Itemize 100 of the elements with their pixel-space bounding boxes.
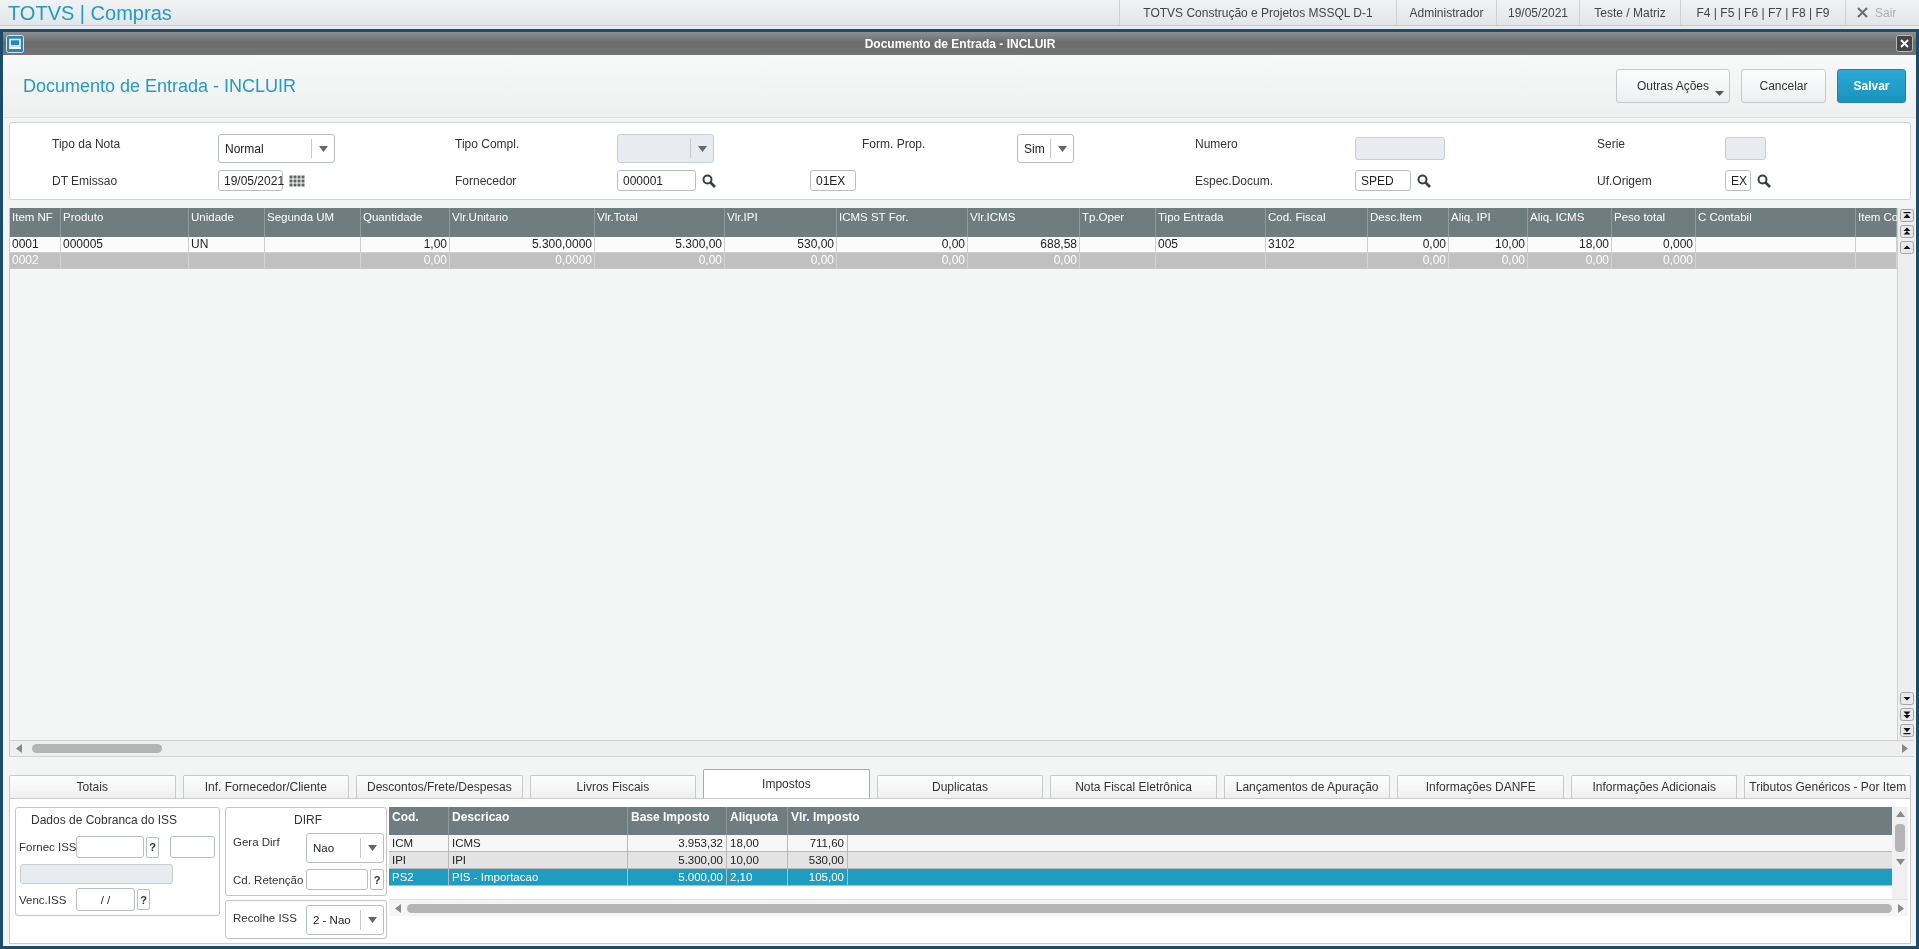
- table-cell: 10,00: [1449, 237, 1528, 252]
- table-cell: PS2: [389, 869, 449, 885]
- table-cell: 5.000,00: [628, 869, 727, 885]
- tab[interactable]: Lançamentos de Apuração: [1223, 775, 1391, 798]
- top-bar-info: Administrador: [1409, 5, 1484, 20]
- text-field[interactable]: [306, 869, 368, 890]
- table-cell: 530,00: [725, 237, 837, 252]
- vertical-scrollbar[interactable]: [1892, 807, 1908, 899]
- table-cell: 0,00: [968, 253, 1080, 268]
- top-bar-info: F4 | F5 | F6 | F7 | F8 | F9: [1696, 5, 1830, 20]
- lookup-field[interactable]: 000001: [617, 170, 696, 191]
- table-cell: 0,0000: [450, 253, 595, 268]
- scroll-top-icon[interactable]: [1899, 209, 1914, 222]
- scroll-right-icon[interactable]: [1898, 903, 1904, 913]
- scroll-up-icon[interactable]: [1899, 241, 1914, 254]
- table-cell: 0,000: [1612, 237, 1696, 252]
- field-label: Recolhe ISS: [233, 912, 298, 924]
- table-cell: 005: [1156, 237, 1266, 252]
- table-row[interactable]: ICM ICMS 3.953,32 18,00 711,60: [389, 835, 1892, 852]
- table-cell: 3102: [1266, 237, 1368, 252]
- table-cell: 711,60: [788, 835, 848, 851]
- field-label: Cd. Retenção: [233, 873, 305, 886]
- dropdown[interactable]: Sim: [1017, 134, 1074, 163]
- date-field[interactable]: / /: [76, 888, 135, 911]
- dropdown[interactable]: 2 - Nao: [306, 905, 384, 935]
- table-cell: 0,000: [1612, 253, 1696, 268]
- vertical-scrollbar[interactable]: [1897, 208, 1915, 740]
- scroll-bottom-icon[interactable]: [1899, 724, 1914, 737]
- tab[interactable]: Duplicatas: [876, 775, 1044, 798]
- help-button[interactable]: ?: [146, 836, 159, 858]
- table-cell: 18,00: [727, 835, 788, 851]
- table-cell: 688,58: [968, 237, 1080, 252]
- top-bar-info: TOTVS Construção e Projetos MSSQL D-1: [1143, 5, 1373, 20]
- text-field[interactable]: 01EX: [810, 170, 856, 191]
- table-cell: 5.300,0000: [450, 237, 595, 252]
- search-icon[interactable]: [1417, 173, 1431, 188]
- top-bar-info: 19/05/2021: [1507, 5, 1569, 20]
- close-icon[interactable]: [1896, 35, 1913, 52]
- window-icon: [6, 34, 24, 53]
- search-icon[interactable]: [1757, 173, 1771, 188]
- lookup-field[interactable]: SPED: [1355, 170, 1411, 191]
- table-cell: 000005: [61, 237, 189, 252]
- caret-icon: [1057, 145, 1067, 152]
- table-cell: 2,10: [727, 869, 788, 885]
- tab[interactable]: Inf. Fornecedor/Cliente: [182, 775, 350, 798]
- table-cell: 18,00: [1528, 237, 1612, 252]
- table-cell: PIS - Importacao: [449, 869, 628, 885]
- horizontal-scrollbar[interactable]: [389, 899, 1908, 916]
- field-label: Tipo da Nota: [52, 137, 121, 151]
- tab[interactable]: Informações Adicionais: [1570, 775, 1738, 798]
- text-field[interactable]: [170, 836, 215, 858]
- tab[interactable]: Tributos Genéricos - Por Item: [1744, 775, 1911, 798]
- date-field[interactable]: 19/05/2021: [218, 170, 283, 191]
- field-label: Uf.Origem: [1597, 173, 1652, 188]
- scrollbar-thumb[interactable]: [1895, 824, 1905, 852]
- tab[interactable]: Descontos/Frete/Despesas: [356, 775, 523, 798]
- table-cell: IPI: [449, 852, 628, 868]
- field-label: Venc.ISS: [19, 893, 68, 906]
- table-cell: 0001: [10, 237, 61, 252]
- caret-icon: [318, 145, 328, 152]
- lookup-field[interactable]: EX: [1725, 170, 1751, 191]
- horizontal-scrollbar[interactable]: [10, 740, 1914, 757]
- page-down-icon[interactable]: [1899, 708, 1914, 721]
- group-title: Dados de Cobranca do ISS: [31, 812, 178, 828]
- close-icon: [1857, 7, 1868, 18]
- table-cell: 1,00: [361, 237, 450, 252]
- page-up-icon[interactable]: [1899, 225, 1914, 238]
- field-label: Espec.Docum.: [1195, 173, 1274, 188]
- top-bar-info: Teste / Matriz: [1594, 5, 1666, 20]
- caret-icon: [1715, 91, 1724, 96]
- scrollbar-thumb[interactable]: [407, 903, 1892, 913]
- column-header[interactable]: Vlr. Imposto: [788, 807, 1892, 835]
- table-cell: 0002: [10, 253, 61, 268]
- scroll-left-icon[interactable]: [15, 744, 23, 753]
- action-button[interactable]: Cancelar: [1741, 69, 1826, 103]
- scroll-left-icon[interactable]: [395, 903, 401, 913]
- table-row[interactable]: IPI IPI 5.300,00 10,00 530,00: [389, 852, 1892, 869]
- tab[interactable]: Impostos: [703, 769, 870, 798]
- search-icon[interactable]: [702, 173, 716, 188]
- table-cell: 0,00: [361, 253, 450, 268]
- dropdown[interactable]: Normal: [218, 134, 335, 163]
- table-cell: 0,00: [725, 253, 837, 268]
- scroll-right-icon[interactable]: [1901, 744, 1909, 753]
- tab[interactable]: Nota Fiscal Eletrônica: [1050, 775, 1217, 798]
- tab[interactable]: Totais: [9, 775, 176, 798]
- field-label: Form. Prop.: [862, 137, 926, 151]
- table-row[interactable]: 0001 000005 UN 1,00 5.300,0000 5.300,00 530,00 0,00 688,58 005 3102 0,00 10,00 18,00 0,000: [10, 237, 1897, 253]
- dropdown[interactable]: Nao: [306, 833, 384, 863]
- action-button[interactable]: Outras Ações: [1616, 69, 1730, 103]
- field-label: Serie: [1597, 137, 1625, 151]
- help-button[interactable]: ?: [370, 869, 384, 890]
- tab[interactable]: Informações DANFE: [1397, 775, 1564, 798]
- field-label: Fornecedor: [455, 173, 517, 188]
- tab[interactable]: Livros Fiscais: [529, 775, 697, 798]
- scrollbar-thumb[interactable]: [32, 744, 162, 753]
- table-cell: 0,00: [1368, 237, 1449, 252]
- scroll-down-icon[interactable]: [1899, 692, 1914, 705]
- calendar-icon[interactable]: [289, 174, 305, 187]
- help-button[interactable]: ?: [137, 889, 150, 910]
- text-field[interactable]: [76, 836, 144, 858]
